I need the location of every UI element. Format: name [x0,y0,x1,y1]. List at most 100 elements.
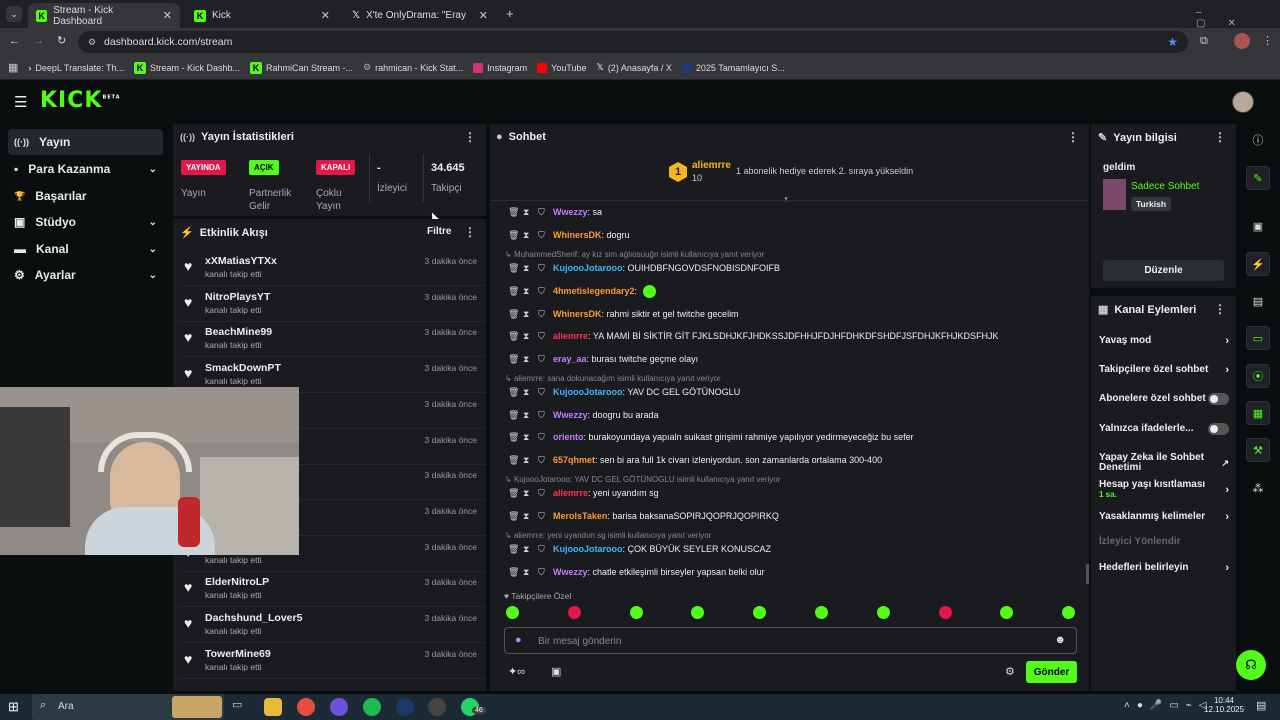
chat-username[interactable]: KujoooJotarooo [553,263,623,273]
timeout-icon[interactable]: ⧗ [523,230,532,241]
timeout-icon[interactable]: ⧗ [523,207,532,218]
channel-action-row[interactable]: Hedefleri belirleyin › [1099,562,1229,574]
timeout-icon[interactable]: ⧗ [523,354,532,365]
user-avatar[interactable] [1232,91,1254,113]
reply-context[interactable]: ↳ KujoooJotarooo: YAV DC GEL GÖTÜNOGLU i… [505,475,780,484]
emote-button[interactable] [506,606,519,619]
chat-scrollbar[interactable] [1086,564,1089,584]
ban-shield-icon[interactable]: ⛉ [538,230,547,241]
chat-username[interactable]: Wwezzy [553,410,588,420]
chat-username[interactable]: oriento [553,432,584,442]
timeout-icon[interactable]: ⧗ [523,455,532,466]
top-gifter-name[interactable]: aliemrre [692,160,731,171]
chat-message[interactable]: 🗑 ⧗ ⛉ WhinersDK: dogru [508,226,1083,244]
gift-icon[interactable]: ▣ [551,665,561,678]
profile-avatar[interactable] [1234,33,1250,49]
timeout-icon[interactable]: ⧗ [523,511,532,522]
windows-start-icon[interactable]: ⊞ [8,699,19,715]
delete-icon[interactable]: 🗑 [508,309,519,320]
emote-button[interactable] [876,606,890,619]
delete-icon[interactable]: 🗑 [508,455,519,466]
channel-action-row[interactable]: Hesap yaşı kısıtlaması 1 sa. › [1099,480,1229,500]
delete-icon[interactable]: 🗑 [508,387,519,398]
sidebar-item-yayin[interactable]: ((·)) Yayın [8,129,163,155]
chat-message[interactable]: 🗑 ⧗ ⛉ KujoooJotarooo: YAV DC GEL GÖTÜNOGLU [508,383,1083,401]
emote-button[interactable] [938,606,952,619]
chat-username[interactable]: 657qhmet [553,455,595,465]
tab-x[interactable]: 𝕏 X'te OnlyDrama: "Eray ve Dizci ✕ [344,3,496,28]
sidebar-item-para-kazanma[interactable]: ▪ Para Kazanma ⌄ [8,156,163,182]
category-name[interactable]: Sadece Sohbet [1131,181,1199,192]
spotify-icon[interactable] [363,698,381,716]
ban-shield-icon[interactable]: ⛉ [538,432,547,443]
ban-shield-icon[interactable]: ⛉ [538,410,547,421]
sidebar-item-kanal[interactable]: ▬ Kanal ⌄ [8,236,163,262]
timeout-icon[interactable]: ⧗ [523,387,532,398]
notifications-icon[interactable]: ▤ [1256,699,1266,712]
chat-input[interactable]: ● Bir mesaj gönderin ☻ [504,627,1077,654]
chat-message[interactable]: 🗑 ⧗ ⛉ 657qhmet: sen bi ara full 1k civarı i… [508,451,1083,469]
ban-shield-icon[interactable]: ⛉ [538,544,547,555]
chat-username[interactable]: WhinersDK [553,230,602,240]
event-username[interactable]: Dachshund_Lover5 [205,612,302,624]
chat-username[interactable]: KujoooJotarooo [553,387,623,397]
extensions-icon[interactable]: ⧉ [1200,35,1208,48]
bookmark-star-icon[interactable]: ★ [1167,35,1178,49]
tab-kick[interactable]: K Kick ✕ [186,3,338,28]
ban-shield-icon[interactable]: ⛉ [538,488,547,499]
timeout-icon[interactable]: ⧗ [523,286,532,297]
delete-icon[interactable]: 🗑 [508,286,519,297]
chat-username[interactable]: aliemrre [553,331,588,341]
ban-shield-icon[interactable]: ⛉ [538,286,547,297]
reply-context[interactable]: ↳ aliemrre: sana dokunacağım isimli kull… [505,374,721,383]
timeout-icon[interactable]: ⧗ [523,410,532,421]
channel-action-row[interactable]: Yalnızca ifadelerle... [1099,423,1229,435]
chat-message[interactable]: 🗑 ⧗ ⛉ oriento: burakoyundaya yapıaln suikas… [508,428,1083,446]
filter-button[interactable]: Filtre [427,226,451,237]
chat-message[interactable]: 🗑 ⧗ ⛉ Wwezzy: sa [508,203,1083,221]
delete-icon[interactable]: 🗑 [508,230,519,241]
tab-stream-dashboard[interactable]: K Stream - Kick Dashboard ✕ [28,3,180,28]
bookmark-tamamlayici[interactable]: 2025 Tamamlayıcı S... [681,62,785,73]
emote-button[interactable] [815,606,828,619]
chat-message[interactable]: 🗑 ⧗ ⛉ MerolsTaken: barisa baksanaSOPIRJQOPR… [508,507,1083,525]
delete-icon[interactable]: 🗑 [508,331,519,342]
chat-username[interactable]: KujoooJotarooo [553,544,623,554]
steam-icon[interactable] [396,698,414,716]
lightning-icon[interactable]: ⚡ [1246,252,1270,276]
timeout-icon[interactable]: ⧗ [523,567,532,578]
channel-action-row[interactable]: Yasaklanmış kelimeler › [1099,511,1229,523]
url-field[interactable]: ⚙ dashboard.kick.com/stream ★ [78,31,1188,53]
event-username[interactable]: NitroPlaysYT [205,291,270,303]
channel-action-row[interactable]: Abonelere özel sohbet [1099,393,1229,405]
chat-menu-icon[interactable]: ⋮ [1067,130,1079,144]
clock[interactable]: 10:44 12.10.2025 [1204,696,1244,714]
ban-shield-icon[interactable]: ⛉ [538,331,547,342]
chat-message[interactable]: 🗑 ⧗ ⛉ Wwezzy: doogru bu arada [508,406,1083,424]
timeout-icon[interactable]: ⧗ [523,432,532,443]
info-icon[interactable]: ⓘ [1246,128,1270,152]
apps-grid-icon[interactable]: ▦ [8,61,18,74]
ban-shield-icon[interactable]: ⛉ [538,309,547,320]
timeout-icon[interactable]: ⧗ [523,309,532,320]
delete-icon[interactable]: 🗑 [508,544,519,555]
ban-shield-icon[interactable]: ⛉ [538,387,547,398]
edit-pencil-icon[interactable]: ✎ [1246,166,1270,190]
channel-action-row[interactable]: Yavaş mod › [1099,335,1229,347]
app-icon[interactable] [330,698,348,716]
reply-context[interactable]: ↳ aliemrre: yeni uyandım sg isimli kulla… [505,531,711,540]
event-username[interactable]: TowerMine69 [205,648,271,660]
emote-button[interactable] [567,606,581,619]
send-button[interactable]: Gönder [1026,661,1077,683]
delete-icon[interactable]: 🗑 [508,410,519,421]
actions-menu-icon[interactable]: ⋮ [1214,302,1226,316]
delete-icon[interactable]: 🗑 [508,567,519,578]
toggle-switch[interactable] [1207,423,1229,435]
toggle-switch[interactable] [1207,393,1229,405]
chrome-icon[interactable] [297,698,315,716]
chat-message[interactable]: 🗑 ⧗ ⛉ KujoooJotarooo: ÇOK BÜYÜK SEYLER KONU… [508,540,1083,558]
back-icon[interactable]: ← [9,35,20,47]
chat-message[interactable]: 🗑 ⧗ ⛉ WhinersDK: rahmi siktir et gel twitch… [508,305,1083,323]
emoji-icon[interactable]: ☻ [1054,634,1066,646]
window-controls[interactable]: –▢✕ [1196,7,1280,29]
